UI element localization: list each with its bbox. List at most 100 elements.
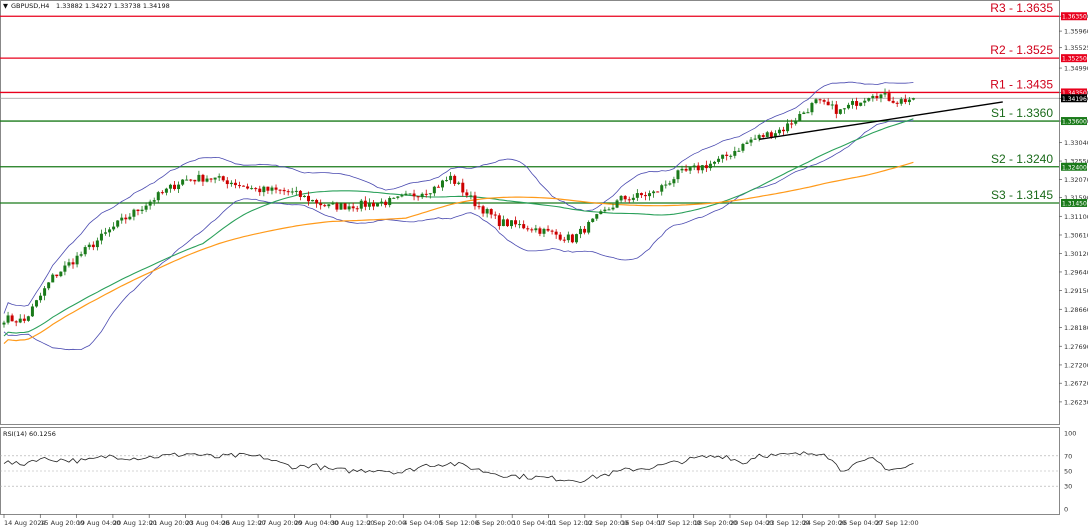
y-tick-label: 1.26230: [1064, 398, 1088, 406]
candle-body: [428, 193, 432, 195]
level-label: S3 - 1.3145: [991, 188, 1053, 202]
candle-body: [148, 201, 152, 206]
candle-body: [879, 94, 883, 99]
candle-body: [185, 179, 189, 181]
candle-body: [108, 229, 112, 233]
candle-body: [741, 143, 745, 151]
candle-body: [242, 185, 246, 187]
candle-body: [684, 168, 688, 171]
candle-body: [315, 199, 319, 204]
chart-symbol: GBPUSD,H4: [11, 2, 49, 10]
candle-body: [201, 174, 205, 182]
candle-body: [396, 196, 400, 198]
candle-body: [168, 184, 172, 189]
candle-body: [859, 102, 863, 106]
candle-body: [461, 182, 465, 193]
candle-body: [518, 224, 522, 226]
candle-body: [116, 220, 120, 227]
candle-body: [485, 209, 489, 214]
candle-body: [558, 234, 562, 240]
candle-body: [566, 234, 570, 241]
candle-body: [156, 192, 160, 201]
y-tick-label: 1.31100: [1064, 213, 1088, 221]
candle-body: [903, 99, 907, 103]
candle-body: [359, 200, 363, 209]
rsi-tick-label: 0: [1064, 506, 1068, 514]
bollinger-upper: [3, 81, 914, 314]
candle-body: [607, 209, 611, 211]
candle-body: [749, 139, 753, 143]
bollinger-bands: [3, 81, 914, 351]
candle-body: [71, 262, 75, 265]
y-tick-label: 1.35960: [1064, 28, 1088, 36]
candle-body: [733, 151, 737, 156]
y-tick-label: 1.26720: [1064, 380, 1088, 388]
candle-body: [278, 189, 282, 191]
candle-body: [193, 179, 197, 182]
candle-body: [237, 185, 241, 187]
candle-body: [404, 193, 408, 196]
candle-body: [120, 217, 124, 221]
y-tick-label: 1.30120: [1064, 250, 1088, 258]
candle-body: [501, 219, 505, 227]
y-tick-label: 1.28660: [1064, 306, 1088, 314]
candle-body: [481, 206, 485, 214]
candle-body: [217, 176, 221, 178]
candle-body: [229, 182, 233, 185]
candle-body: [254, 188, 258, 190]
candle-body: [2, 322, 6, 325]
candle-body: [347, 206, 351, 210]
candle-body: [449, 175, 453, 181]
candle-body: [643, 195, 647, 197]
y-tick-label: 1.29150: [1064, 287, 1088, 295]
rsi-tick-label: 50: [1064, 468, 1072, 476]
candle-body: [91, 244, 95, 248]
rsi-tick-label: 30: [1064, 483, 1072, 491]
candle-body: [209, 178, 213, 180]
candle-body: [676, 170, 680, 180]
candle-body: [753, 138, 757, 140]
candle-body: [883, 93, 887, 95]
candle-body: [907, 99, 911, 103]
candle-body: [477, 206, 481, 208]
rsi-tick-label: 70: [1064, 452, 1072, 460]
candle-body: [790, 123, 794, 125]
candle-body: [761, 135, 765, 137]
candle-body: [246, 186, 250, 189]
candle-body: [510, 220, 513, 227]
candle-body: [863, 100, 867, 103]
candle-body: [871, 95, 875, 99]
x-tick-label: 27 Sep 12:00: [875, 519, 918, 527]
candle-body: [562, 239, 566, 241]
candle-body: [51, 274, 55, 283]
candle-body: [794, 120, 798, 124]
candle-body: [668, 183, 672, 185]
candle-body: [457, 182, 461, 184]
candle-body: [786, 123, 790, 132]
candle-body: [83, 247, 87, 255]
candle-body: [526, 228, 530, 230]
candle-body: [351, 206, 355, 209]
candle-body: [327, 204, 331, 207]
candle-body: [205, 178, 209, 182]
candle-body: [591, 218, 595, 222]
candle-body: [18, 318, 22, 323]
candle-body: [144, 205, 148, 210]
x-tick-label: 6 Sep 20:00: [476, 519, 515, 527]
candle-body: [842, 108, 846, 110]
y-tick-label: 1.27690: [1064, 343, 1088, 351]
candle-body: [522, 224, 526, 229]
candle-body: [59, 271, 63, 277]
candle-body: [55, 274, 59, 277]
candle-body: [583, 228, 587, 233]
candle-body: [538, 228, 542, 234]
candle-body: [493, 214, 497, 216]
candle-body: [895, 102, 899, 104]
candle-body: [627, 199, 631, 201]
candle-body: [696, 165, 700, 171]
chart-canvas: R3 - 1.3635 R2 - 1.3525 R1 - 1.3435 S1 - 1.…: [0, 0, 1088, 527]
dropdown-arrow-icon[interactable]: ▼: [3, 2, 8, 10]
candle-body: [595, 214, 599, 219]
candle-body: [887, 93, 891, 101]
y-tick-label: 1.32070: [1064, 176, 1088, 184]
